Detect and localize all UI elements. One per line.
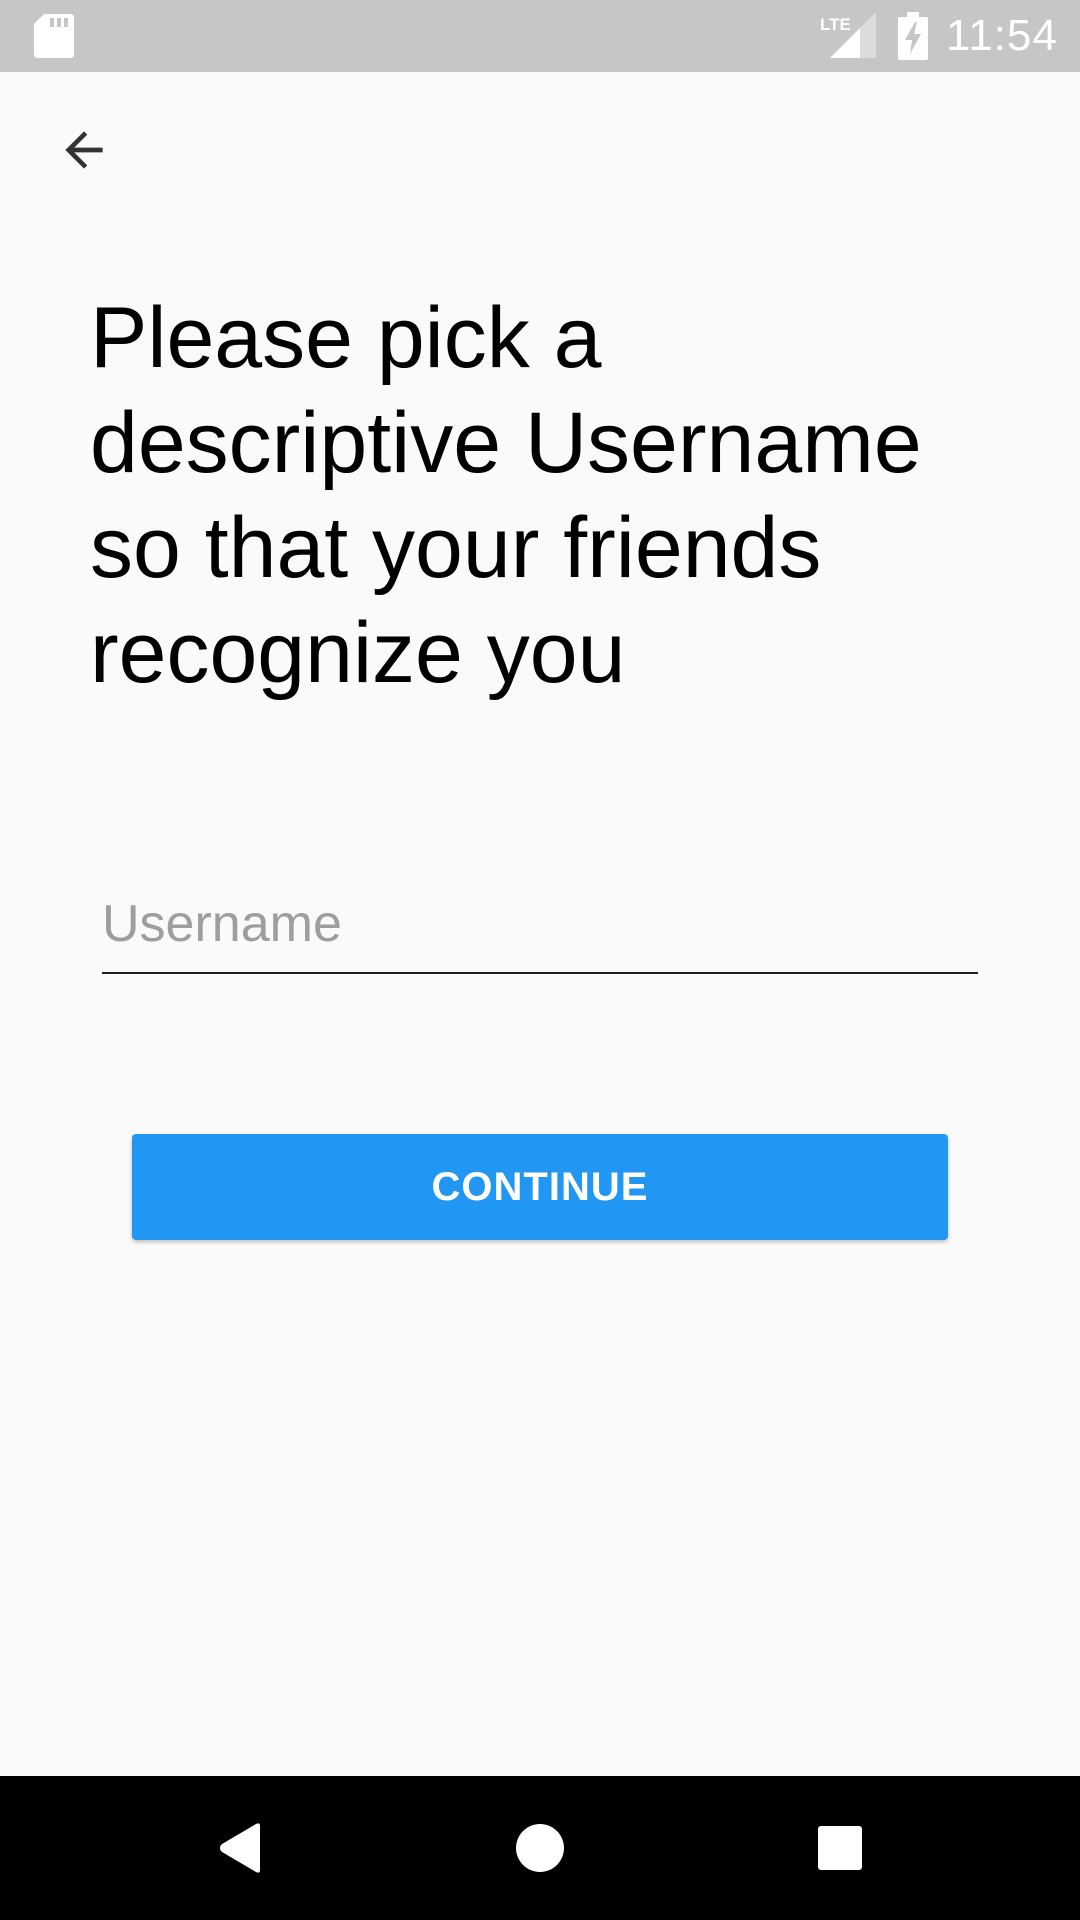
navigation-bar <box>0 1776 1080 1920</box>
nav-recents-button[interactable] <box>790 1798 890 1898</box>
username-input[interactable] <box>102 880 978 968</box>
nav-back-icon <box>220 1823 260 1873</box>
status-bar: LTE 11:54 <box>0 0 1080 72</box>
nav-home-icon <box>516 1824 564 1872</box>
nav-recents-icon <box>818 1826 862 1870</box>
lte-label: LTE <box>820 15 851 34</box>
screen: LTE 11:54 Please pick a descriptive User… <box>0 0 1080 1920</box>
page-headline: Please pick a descriptive Username so th… <box>90 290 922 701</box>
back-button[interactable] <box>44 110 124 190</box>
continue-button[interactable]: CONTINUE <box>132 1134 948 1240</box>
nav-back-button[interactable] <box>190 1798 290 1898</box>
lte-signal-icon: LTE <box>820 12 876 58</box>
status-time: 11:54 <box>946 11 1058 60</box>
sd-card-icon <box>34 14 74 58</box>
username-field <box>102 880 978 974</box>
nav-home-button[interactable] <box>490 1798 590 1898</box>
arrow-back-icon <box>65 131 103 169</box>
battery-charging-icon <box>898 12 928 60</box>
